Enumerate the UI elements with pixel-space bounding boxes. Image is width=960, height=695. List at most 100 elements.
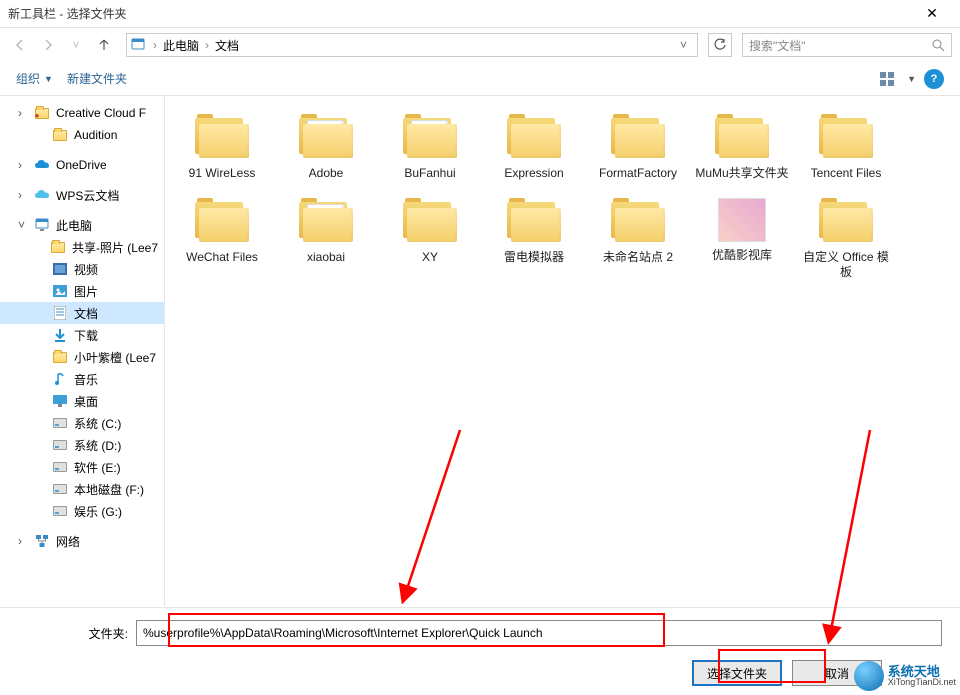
- pc-icon: [34, 217, 50, 233]
- folder-icon: [52, 127, 68, 143]
- folder-label: xiaobai: [307, 250, 345, 266]
- search-icon: [931, 38, 945, 52]
- folder-path-label: 文件夹:: [18, 625, 128, 642]
- select-folder-button[interactable]: 选择文件夹: [692, 660, 782, 686]
- folder-item[interactable]: MuMu共享文件夹: [693, 108, 791, 188]
- folder-item[interactable]: Tencent Files: [797, 108, 895, 188]
- tree-item-label: Creative Cloud F: [56, 106, 146, 120]
- chevron-right-icon: ›: [18, 158, 28, 172]
- back-button[interactable]: [8, 33, 32, 57]
- tree-item[interactable]: 下载: [0, 324, 164, 346]
- tree-item-label: Audition: [74, 128, 117, 142]
- folder-path-input[interactable]: [136, 620, 942, 646]
- folder-item[interactable]: WeChat Files: [173, 192, 271, 287]
- recent-dropdown[interactable]: ˅: [64, 33, 88, 57]
- sidebar-tree: › ● Creative Cloud F Audition › OneDrive ›WPS云…: [0, 96, 165, 606]
- folder-item[interactable]: 未命名站点 2: [589, 192, 687, 287]
- folder-item[interactable]: xiaobai: [277, 192, 375, 287]
- folder-icon: [609, 198, 667, 244]
- tree-item-label: 图片: [74, 283, 98, 300]
- dropdown-icon[interactable]: ▼: [907, 74, 916, 84]
- desktop-icon: [52, 393, 68, 409]
- music-icon: [52, 371, 68, 387]
- tree-item[interactable]: 图片: [0, 280, 164, 302]
- folder-icon: [505, 198, 563, 244]
- onedrive-icon: [34, 157, 50, 173]
- folder-item[interactable]: FormatFactory: [589, 108, 687, 188]
- dropdown-icon: ▼: [44, 74, 53, 84]
- folder-label: XY: [422, 250, 438, 266]
- folder-label: 91 WireLess: [189, 166, 256, 182]
- tree-item-label: 网络: [56, 533, 80, 550]
- up-button[interactable]: [92, 33, 116, 57]
- folder-item[interactable]: XY: [381, 192, 479, 287]
- tree-item[interactable]: 文档: [0, 302, 164, 324]
- tree-item-label: 系统 (D:): [74, 437, 121, 454]
- dialog-footer: 文件夹: 选择文件夹 取消: [0, 607, 960, 695]
- thumbnail-icon: [718, 198, 766, 242]
- folder-label: 雷电模拟器: [504, 250, 564, 266]
- folder-item[interactable]: Adobe: [277, 108, 375, 188]
- tree-item[interactable]: ›●Creative Cloud F: [0, 102, 164, 124]
- documents-icon: [52, 305, 68, 321]
- tree-item[interactable]: 共享-照片 (Lee7: [0, 236, 164, 258]
- tree-item[interactable]: 本地磁盘 (F:): [0, 478, 164, 500]
- watermark-url: XiTongTianDi.net: [888, 678, 956, 687]
- new-folder-button[interactable]: 新建文件夹: [67, 70, 127, 87]
- organize-menu[interactable]: 组织 ▼: [16, 70, 53, 87]
- chevron-down-icon: ˅: [18, 218, 28, 232]
- tree-item-label: OneDrive: [56, 158, 107, 172]
- tree-item[interactable]: 视频: [0, 258, 164, 280]
- tree-item[interactable]: Audition: [0, 124, 164, 146]
- tree-item[interactable]: 系统 (C:): [0, 412, 164, 434]
- help-button[interactable]: ?: [924, 69, 944, 89]
- tree-item-label: WPS云文档: [56, 187, 119, 204]
- refresh-button[interactable]: [708, 33, 732, 57]
- tree-item-label: 视频: [74, 261, 98, 278]
- tree-item[interactable]: ˅此电脑: [0, 214, 164, 236]
- tree-item[interactable]: 桌面: [0, 390, 164, 412]
- tree-item[interactable]: 娱乐 (G:): [0, 500, 164, 522]
- toolbar: 组织 ▼ 新建文件夹 ▼ ?: [0, 62, 960, 96]
- folder-item[interactable]: BuFanhui: [381, 108, 479, 188]
- folder-icon: [401, 198, 459, 244]
- close-button[interactable]: ✕: [912, 5, 952, 22]
- folder-item[interactable]: 优酷影视库: [693, 192, 791, 287]
- tree-item-label: 小叶紫檀 (Lee7: [74, 349, 156, 366]
- tree-item[interactable]: 软件 (E:): [0, 456, 164, 478]
- folder-label: 优酷影视库: [712, 248, 772, 264]
- breadcrumb-dropdown[interactable]: ˅: [674, 38, 693, 52]
- tree-item[interactable]: 系统 (D:): [0, 434, 164, 456]
- folder-item[interactable]: 91 WireLess: [173, 108, 271, 188]
- watermark-logo-icon: [854, 661, 884, 691]
- tree-item[interactable]: ›网络: [0, 530, 164, 552]
- chevron-right-icon: ›: [153, 38, 157, 52]
- folder-label: 未命名站点 2: [603, 250, 673, 266]
- file-grid[interactable]: 91 WireLess AdobeBuFanhuiExpressionFormat…: [165, 96, 960, 606]
- folder-item[interactable]: 自定义 Office 模板: [797, 192, 895, 287]
- window-title: 新工具栏 - 选择文件夹: [8, 5, 912, 22]
- folder-icon: [817, 114, 875, 160]
- tree-item[interactable]: ›WPS云文档: [0, 184, 164, 206]
- tree-item[interactable]: 音乐: [0, 368, 164, 390]
- pictures-icon: [52, 283, 68, 299]
- tree-item[interactable]: › OneDrive: [0, 154, 164, 176]
- folder-icon: [817, 198, 875, 244]
- folder-icon: [297, 114, 355, 160]
- tree-item-label: 文档: [74, 305, 98, 322]
- downloads-icon: [52, 327, 68, 343]
- location-icon: [131, 37, 147, 53]
- tree-item[interactable]: 小叶紫檀 (Lee7: [0, 346, 164, 368]
- folder-item[interactable]: 雷电模拟器: [485, 192, 583, 287]
- folder-icon: [505, 114, 563, 160]
- cc-icon: ●: [34, 105, 50, 121]
- chevron-right-icon: ›: [205, 38, 209, 52]
- folder-icon: [713, 114, 771, 160]
- forward-button[interactable]: [36, 33, 60, 57]
- breadcrumb-current[interactable]: 文档: [211, 35, 243, 56]
- folder-item[interactable]: Expression: [485, 108, 583, 188]
- breadcrumb-root[interactable]: 此电脑: [159, 35, 203, 56]
- breadcrumb-bar[interactable]: › 此电脑 › 文档 ˅: [126, 33, 698, 57]
- view-options-button[interactable]: [879, 69, 899, 89]
- search-input[interactable]: 搜索"文档": [742, 33, 952, 57]
